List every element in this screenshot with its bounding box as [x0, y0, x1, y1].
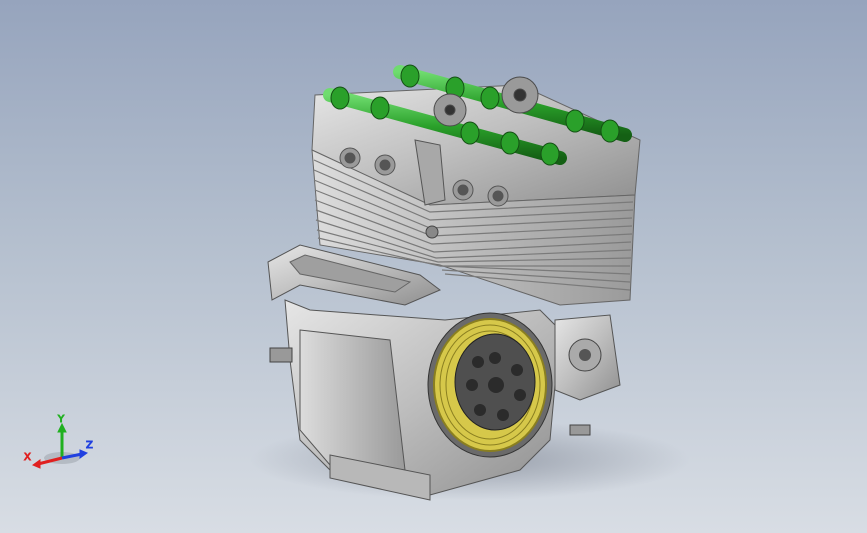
triad-y-arrow [57, 422, 67, 433]
orientation-triad[interactable]: Y X Z [20, 412, 100, 472]
block-boss [425, 225, 439, 239]
triad-y-label: Y [57, 414, 65, 425]
triad-z-label: Z [86, 440, 93, 451]
side-cover [299, 329, 406, 471]
triad-z-arrow [79, 449, 89, 459]
triad-x-arrow [31, 459, 41, 469]
triad-x-label: X [24, 452, 31, 463]
clutch-assembly [427, 312, 553, 458]
engine-model[interactable] [0, 0, 867, 533]
right-side-cover [554, 314, 621, 436]
output-shaft [269, 347, 293, 363]
cad-viewport[interactable]: Y X Z [0, 0, 867, 533]
